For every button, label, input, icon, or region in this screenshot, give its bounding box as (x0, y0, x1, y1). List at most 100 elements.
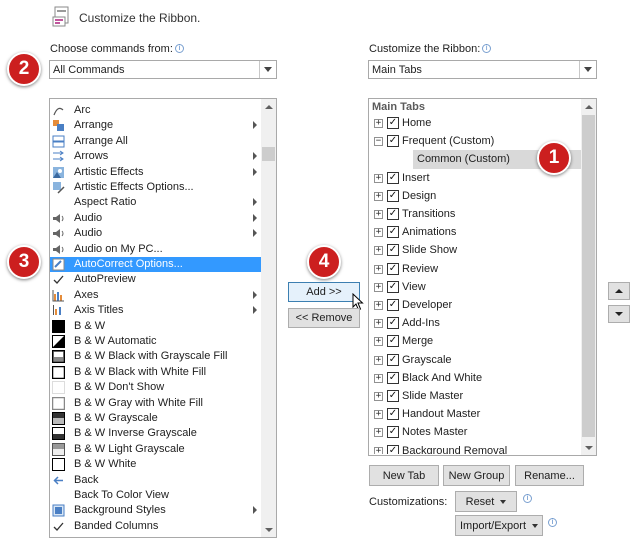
command-item[interactable]: B & W Grayscale (50, 411, 261, 426)
command-item[interactable]: Artistic Effects Options... (50, 180, 261, 195)
tab-checkbox[interactable]: ✓ (387, 171, 399, 184)
ribbon-tab-item[interactable]: + ✓ Grayscale (369, 351, 595, 369)
expand-icon[interactable]: + (374, 392, 383, 401)
tab-checkbox[interactable]: ✓ (387, 390, 399, 402)
ribbon-tab-item[interactable]: + ✓ Design (369, 187, 595, 205)
tab-checkbox[interactable]: ✓ (387, 371, 399, 384)
tab-checkbox[interactable]: ✓ (387, 299, 399, 311)
ribbon-tab-item[interactable]: + ✓ Slide Show (369, 241, 595, 259)
ribbon-tab-item[interactable]: + ✓ Add-Ins (369, 314, 595, 332)
tab-checkbox[interactable]: ✓ (387, 117, 399, 129)
import-export-button[interactable]: Import/Export (455, 515, 543, 536)
new-group-button[interactable]: New Group (443, 465, 510, 486)
tab-checkbox[interactable]: ✓ (387, 317, 399, 330)
command-item[interactable]: B & W Automatic (50, 334, 261, 349)
command-item[interactable]: Background Styles (50, 503, 261, 518)
scroll-thumb[interactable] (582, 115, 595, 437)
tab-checkbox[interactable]: ✓ (387, 244, 399, 257)
expand-icon[interactable]: + (374, 228, 383, 238)
ribbon-tab-item[interactable]: + ✓ Developer (369, 296, 595, 314)
ribbon-tab-item[interactable]: + ✓ View (369, 278, 595, 296)
expand-icon[interactable]: + (374, 301, 383, 310)
command-item[interactable]: Artistic Effects (50, 165, 261, 180)
chevron-down-icon[interactable] (259, 61, 276, 78)
expand-icon[interactable]: + (374, 446, 383, 454)
command-item[interactable]: Arrows (50, 149, 261, 164)
command-item[interactable]: B & W (50, 319, 261, 334)
rename-button[interactable]: Rename... (515, 465, 584, 486)
scroll-down-button[interactable] (581, 440, 596, 455)
command-item[interactable]: Axis Titles (50, 303, 261, 318)
command-item[interactable]: Audio (50, 226, 261, 241)
expand-icon[interactable]: + (374, 210, 383, 219)
choose-commands-combo[interactable]: All Commands (49, 60, 277, 79)
command-item[interactable]: Aspect Ratio (50, 195, 261, 210)
ribbon-tab-item[interactable]: + ✓ Handout Master (369, 405, 595, 423)
command-item[interactable]: Back (50, 473, 261, 488)
chevron-down-icon[interactable] (579, 61, 596, 78)
expand-icon[interactable]: + (374, 282, 383, 292)
expand-icon[interactable]: + (374, 373, 383, 383)
command-item[interactable]: Back To Color View (50, 488, 261, 503)
remove-button[interactable]: << Remove (288, 308, 360, 328)
scroll-up-button[interactable] (261, 99, 276, 114)
tab-checkbox[interactable]: ✓ (387, 262, 399, 275)
expand-icon[interactable]: + (374, 246, 383, 256)
expand-icon[interactable]: + (374, 410, 383, 420)
command-item[interactable]: Arc (50, 103, 261, 118)
ribbon-tab-item[interactable]: + ✓ Animations (369, 223, 595, 241)
ribbon-tab-item[interactable]: + ✓ Black And White (369, 369, 595, 387)
collapse-icon[interactable]: − (374, 137, 383, 147)
expand-icon[interactable]: + (374, 191, 383, 201)
commands-list[interactable]: Arc Arrange Arrange All Arrows Artistic Effe… (49, 98, 277, 538)
info-icon[interactable]: i (523, 494, 532, 503)
ribbon-tab-item[interactable]: + ✓ Background Removal (369, 442, 595, 454)
tab-checkbox[interactable]: ✓ (387, 353, 399, 366)
command-item[interactable]: AutoPreview (50, 272, 261, 287)
expand-icon[interactable]: + (374, 119, 383, 128)
move-up-button[interactable] (608, 282, 630, 300)
command-item[interactable]: B & W Black with White Fill (50, 365, 261, 380)
add-button[interactable]: Add >> (288, 282, 360, 302)
command-item[interactable]: Audio (50, 211, 261, 226)
command-item[interactable]: B & W Don't Show (50, 380, 261, 395)
tree-scrollbar[interactable] (581, 99, 596, 455)
expand-icon[interactable]: + (374, 355, 383, 365)
expand-icon[interactable]: + (374, 319, 383, 329)
command-item[interactable]: Banded Columns (50, 519, 261, 534)
command-item[interactable]: Audio on My PC... (50, 242, 261, 257)
tab-checkbox[interactable]: ✓ (387, 444, 399, 454)
ribbon-tab-item[interactable]: + ✓ Review (369, 260, 595, 278)
new-tab-button[interactable]: New Tab (369, 465, 439, 486)
customize-ribbon-combo[interactable]: Main Tabs (368, 60, 597, 79)
scroll-down-button[interactable] (261, 522, 276, 537)
tab-checkbox[interactable]: ✓ (387, 408, 399, 421)
tab-checkbox[interactable]: ✓ (387, 280, 399, 293)
tab-checkbox[interactable]: ✓ (387, 426, 399, 439)
expand-icon[interactable]: + (374, 264, 383, 274)
command-item[interactable]: AutoCorrect Options... (50, 257, 261, 273)
ribbon-tab-item[interactable]: + ✓ Notes Master (369, 423, 595, 441)
ribbon-tab-item[interactable]: + ✓ Transitions (369, 205, 595, 223)
move-down-button[interactable] (608, 305, 630, 323)
reset-button[interactable]: Reset (455, 491, 517, 512)
tab-checkbox[interactable]: ✓ (387, 208, 399, 220)
command-item[interactable]: B & W Light Grayscale (50, 442, 261, 457)
expand-icon[interactable]: + (374, 428, 383, 438)
commands-list-scrollbar[interactable] (261, 99, 276, 537)
command-item[interactable]: Axes (50, 288, 261, 303)
command-item[interactable]: B & W White (50, 457, 261, 472)
info-icon[interactable]: i (482, 44, 492, 53)
ribbon-tab-item[interactable]: + ✓ Slide Master (369, 387, 595, 405)
expand-icon[interactable]: + (374, 173, 383, 183)
tab-checkbox[interactable]: ✓ (387, 135, 399, 148)
command-item[interactable]: B & W Gray with White Fill (50, 396, 261, 411)
tab-checkbox[interactable]: ✓ (387, 335, 399, 348)
command-item[interactable]: B & W Black with Grayscale Fill (50, 349, 261, 364)
tab-checkbox[interactable]: ✓ (387, 226, 399, 239)
info-icon[interactable]: i (548, 518, 557, 527)
command-item[interactable]: Arrange (50, 118, 261, 133)
info-icon[interactable]: i (174, 44, 184, 53)
command-item[interactable]: B & W Inverse Grayscale (50, 426, 261, 441)
expand-icon[interactable]: + (374, 337, 383, 347)
